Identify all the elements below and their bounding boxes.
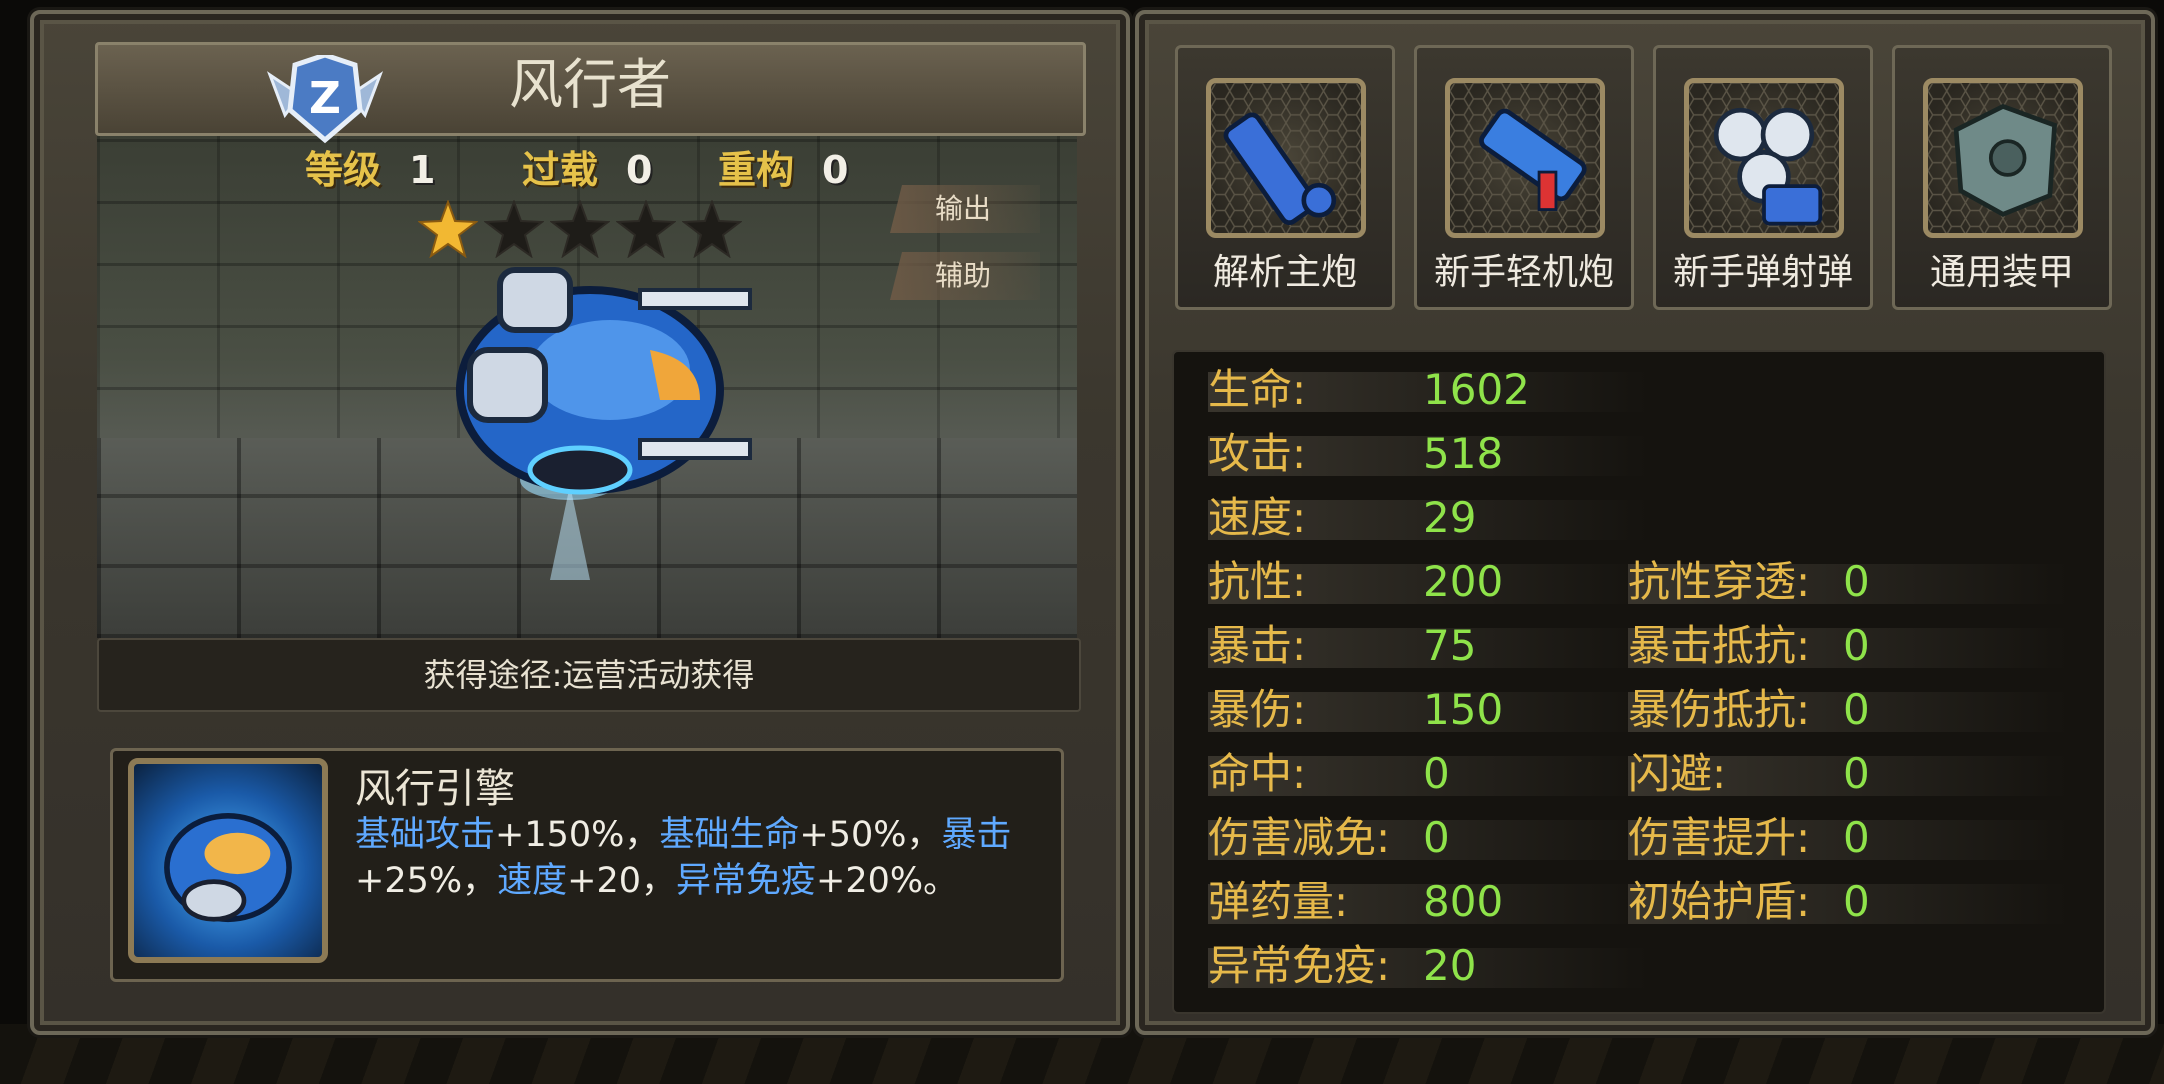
ricochet-launcher-icon <box>1684 78 1844 238</box>
stat-value: 75 <box>1423 621 1477 670</box>
stat-label: 抗性穿透: <box>1628 557 1811 606</box>
equipment-slot-label: 新手弹射弹 <box>1672 252 1853 293</box>
stat-row: 暴伤抵抗: 0 <box>1628 680 2068 740</box>
star-empty-icon <box>682 200 742 258</box>
stat-row: 暴伤: 150 <box>1208 680 1648 740</box>
stat-row: 异常免疫: 20 <box>1208 936 1648 996</box>
engine-attr-name: 速度 <box>497 861 568 901</box>
stat-label: 攻击: <box>1208 429 1307 478</box>
stat-row: 命中: 0 <box>1208 744 1648 804</box>
stat-label: 暴击抵抗: <box>1628 621 1811 670</box>
stat-value: 0 <box>1843 621 1870 670</box>
engine-attr-value: +25%， <box>355 861 498 901</box>
stat-value: 1602 <box>1423 365 1530 414</box>
stat-label: 暴伤抵抗: <box>1628 685 1811 734</box>
rank-letter: Z <box>309 73 341 124</box>
acquisition-source: 获得途径:运营活动获得 <box>97 638 1081 712</box>
stat-value: 29 <box>1423 493 1477 542</box>
rebuild-label: 重构 <box>718 148 795 192</box>
equipment-slot[interactable]: 新手弹射弹 <box>1653 45 1873 310</box>
stat-label: 初始护盾: <box>1628 877 1811 926</box>
star-empty-icon <box>616 200 676 258</box>
stat-label: 伤害提升: <box>1628 813 1811 862</box>
engine-attr-value: +150%， <box>495 815 660 855</box>
star-filled-icon <box>418 200 478 258</box>
stat-row: 速度: 29 <box>1208 488 1648 548</box>
stat-row: 闪避: 0 <box>1628 744 2068 804</box>
equipment-slot-label: 通用装甲 <box>1929 252 2074 293</box>
stat-value: 0 <box>1423 749 1450 798</box>
equipment-slot-label: 新手轻机炮 <box>1433 252 1614 293</box>
stat-row: 初始护盾: 0 <box>1628 872 2068 932</box>
stat-label: 闪避: <box>1628 749 1727 798</box>
equipment-slot[interactable]: 解析主炮 <box>1175 45 1395 310</box>
engine-attr-name: 基础攻击 <box>355 815 496 855</box>
stat-label: 生命: <box>1208 365 1307 414</box>
level-display: 等级 1 <box>305 140 435 200</box>
stat-label: 弹药量: <box>1208 877 1349 926</box>
rebuild-display: 重构 0 <box>718 140 848 200</box>
equipment-slot[interactable]: 新手轻机炮 <box>1414 45 1634 310</box>
stat-value: 518 <box>1423 429 1504 478</box>
stat-label: 抗性: <box>1208 557 1307 606</box>
stat-row: 暴击抵抗: 0 <box>1628 616 2068 676</box>
stat-row: 暴击: 75 <box>1208 616 1648 676</box>
engine-icon[interactable] <box>128 758 328 963</box>
stat-row: 生命: 1602 <box>1208 360 1648 420</box>
stat-row: 抗性: 200 <box>1208 552 1648 612</box>
stat-value: 150 <box>1423 685 1504 734</box>
character-name: 风行者 <box>509 53 671 116</box>
stat-value: 20 <box>1423 941 1477 990</box>
stat-label: 暴伤: <box>1208 685 1307 734</box>
stat-label: 命中: <box>1208 749 1307 798</box>
overload-display: 过载 0 <box>522 140 652 200</box>
engine-name: 风行引擎 <box>355 766 515 812</box>
stat-row: 弹药量: 800 <box>1208 872 1648 932</box>
stat-label: 暴击: <box>1208 621 1307 670</box>
stat-row: 攻击: 518 <box>1208 424 1648 484</box>
stat-row: 抗性穿透: 0 <box>1628 552 2068 612</box>
level-label: 等级 <box>305 148 382 192</box>
mech-character-image <box>456 267 752 580</box>
stat-value: 0 <box>1843 557 1870 606</box>
stat-value: 800 <box>1423 877 1504 926</box>
armor-icon <box>1923 78 2083 238</box>
stat-value: 200 <box>1423 557 1504 606</box>
equipment-slot[interactable]: 通用装甲 <box>1892 45 2112 310</box>
stat-row: 伤害减免: 0 <box>1208 808 1648 868</box>
star-empty-icon <box>550 200 610 258</box>
stat-value: 0 <box>1843 685 1870 734</box>
stat-row: 伤害提升: 0 <box>1628 808 2068 868</box>
stat-value: 0 <box>1843 813 1870 862</box>
engine-attr-name: 暴击 <box>941 815 1012 855</box>
main-cannon-icon <box>1206 78 1366 238</box>
level-value: 1 <box>409 148 436 192</box>
stat-value: 0 <box>1423 813 1450 862</box>
engine-description: 基础攻击+150%，基础生命+50%，暴击 +25%，速度+20，异常免疫+20%… <box>355 812 1015 904</box>
star-rating <box>418 200 742 260</box>
stat-label: 速度: <box>1208 493 1307 542</box>
stat-label: 伤害减免: <box>1208 813 1391 862</box>
engine-attr-name: 基础生命 <box>659 815 800 855</box>
rank-badge-icon: Z <box>266 55 384 144</box>
engine-attr-value: +20%。 <box>816 861 959 901</box>
engine-attr-value: +50%， <box>799 815 942 855</box>
rebuild-value: 0 <box>822 148 849 192</box>
star-empty-icon <box>484 200 544 258</box>
stat-value: 0 <box>1843 877 1870 926</box>
overload-value: 0 <box>626 148 653 192</box>
stat-label: 异常免疫: <box>1208 941 1391 990</box>
engine-attr-name: 异常免疫 <box>676 861 817 901</box>
stat-value: 0 <box>1843 749 1870 798</box>
engine-attr-value: +20， <box>567 861 677 901</box>
light-machine-gun-icon <box>1445 78 1605 238</box>
tab-support[interactable]: 辅助 <box>890 252 1040 300</box>
equipment-slot-label: 解析主炮 <box>1212 252 1357 293</box>
overload-label: 过载 <box>522 148 599 192</box>
tab-output[interactable]: 输出 <box>890 185 1040 233</box>
